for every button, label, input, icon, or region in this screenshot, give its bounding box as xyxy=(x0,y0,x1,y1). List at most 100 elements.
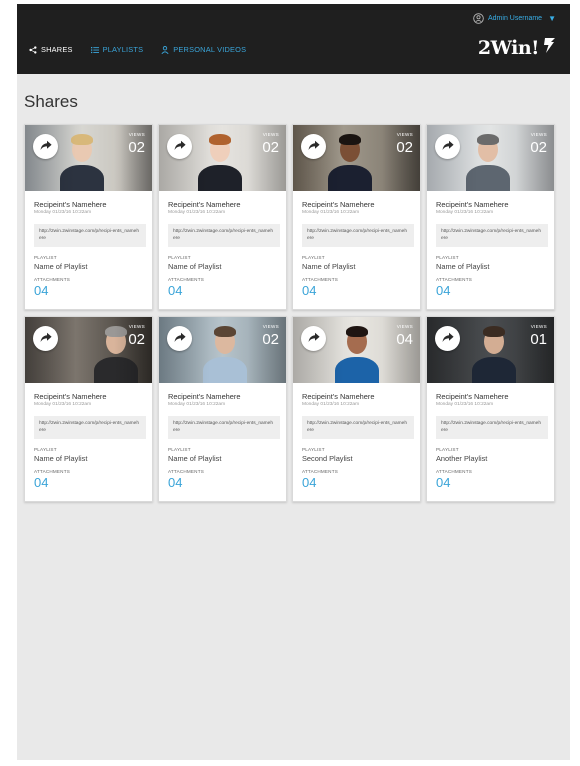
views-label: VIEWS xyxy=(128,324,145,329)
share-arrow-icon xyxy=(442,330,454,348)
playlist-name: Name of Playlist xyxy=(168,262,222,271)
share-card[interactable]: VIEWS 04 Recipeint's Namehere Monday 01/… xyxy=(292,316,421,502)
share-card[interactable]: VIEWS 02 Recipeint's Namehere Monday 01/… xyxy=(24,124,153,310)
card-details: Recipeint's Namehere Monday 01/23/16 10:… xyxy=(302,392,414,490)
share-date: Monday 01/23/16 10:22am xyxy=(436,402,494,407)
user-menu[interactable]: Admin Username ▼ xyxy=(473,11,556,25)
views-label: VIEWS xyxy=(128,132,145,137)
nav-label-personal-videos: PERSONAL VIDEOS xyxy=(173,45,247,54)
share-date: Monday 01/23/16 10:22am xyxy=(34,210,92,215)
share-card[interactable]: VIEWS 01 Recipeint's Namehere Monday 01/… xyxy=(426,316,555,502)
recipient-name: Recipeint's Namehere xyxy=(302,200,375,209)
share-arrow-icon xyxy=(40,330,52,348)
share-arrow-icon xyxy=(174,330,186,348)
user-circle-icon xyxy=(473,12,484,24)
brand-text: 2Win! xyxy=(477,37,540,59)
playlist-name: Name of Playlist xyxy=(168,454,222,463)
share-action-button[interactable] xyxy=(33,326,58,351)
recipient-photo: VIEWS 02 xyxy=(25,317,152,383)
views-label: VIEWS xyxy=(530,324,547,329)
nav-label-shares: SHARES xyxy=(41,45,73,54)
share-date: Monday 01/23/16 10:22am xyxy=(302,210,360,215)
views-count: 01 xyxy=(530,331,547,348)
attachments-count: 04 xyxy=(168,283,183,298)
attachments-count: 04 xyxy=(168,475,183,490)
attachments-count: 04 xyxy=(436,475,451,490)
share-arrow-icon xyxy=(308,330,320,348)
top-bar: Admin Username ▼ SHARES PLAYLISTS PERSON… xyxy=(17,4,570,74)
lightning-bolt-icon xyxy=(542,37,556,59)
views-label: VIEWS xyxy=(530,132,547,137)
nav-item-shares[interactable]: SHARES xyxy=(29,45,73,54)
share-card[interactable]: VIEWS 02 Recipeint's Namehere Monday 01/… xyxy=(426,124,555,310)
views-label: VIEWS xyxy=(262,132,279,137)
recipient-photo: VIEWS 02 xyxy=(159,125,286,191)
share-url[interactable]: http://2win.2winstage.com/p/recipi-ents_… xyxy=(168,416,280,439)
share-url[interactable]: http://2win.2winstage.com/p/recipi-ents_… xyxy=(302,416,414,439)
share-card[interactable]: VIEWS 02 Recipeint's Namehere Monday 01/… xyxy=(158,316,287,502)
views-count: 02 xyxy=(530,139,547,156)
share-action-button[interactable] xyxy=(167,326,192,351)
list-icon xyxy=(90,46,99,54)
recipient-name: Recipeint's Namehere xyxy=(436,200,509,209)
recipient-photo: VIEWS 02 xyxy=(159,317,286,383)
share-icon xyxy=(29,45,37,54)
share-url[interactable]: http://2win.2winstage.com/p/recipi-ents_… xyxy=(436,224,548,247)
nav-label-playlists: PLAYLISTS xyxy=(102,45,144,54)
playlist-label: PLAYLIST xyxy=(168,447,191,452)
page-title: Shares xyxy=(24,92,78,111)
share-url[interactable]: http://2win.2winstage.com/p/recipi-ents_… xyxy=(34,224,146,247)
attachments-label: ATTACHMENTS xyxy=(436,469,472,474)
card-details: Recipeint's Namehere Monday 01/23/16 10:… xyxy=(436,200,548,298)
share-url[interactable]: http://2win.2winstage.com/p/recipi-ents_… xyxy=(168,224,280,247)
share-url[interactable]: http://2win.2winstage.com/p/recipi-ents_… xyxy=(34,416,146,439)
attachments-count: 04 xyxy=(436,283,451,298)
share-url[interactable]: http://2win.2winstage.com/p/recipi-ents_… xyxy=(436,416,548,439)
views-count: 02 xyxy=(128,331,145,348)
person-icon xyxy=(161,45,169,54)
share-action-button[interactable] xyxy=(301,134,326,159)
share-date: Monday 01/23/16 10:22am xyxy=(34,402,92,407)
recipient-photo: VIEWS 04 xyxy=(293,317,420,383)
playlist-label: PLAYLIST xyxy=(436,255,459,260)
attachments-count: 04 xyxy=(302,283,317,298)
share-arrow-icon xyxy=(40,138,52,156)
playlist-label: PLAYLIST xyxy=(168,255,191,260)
attachments-label: ATTACHMENTS xyxy=(34,469,70,474)
share-action-button[interactable] xyxy=(435,134,460,159)
attachments-count: 04 xyxy=(302,475,317,490)
share-date: Monday 01/23/16 10:22am xyxy=(168,402,226,407)
share-card[interactable]: VIEWS 02 Recipeint's Namehere Monday 01/… xyxy=(158,124,287,310)
attachments-label: ATTACHMENTS xyxy=(302,277,338,282)
nav-item-playlists[interactable]: PLAYLISTS xyxy=(90,45,144,54)
recipient-name: Recipeint's Namehere xyxy=(168,392,241,401)
playlist-label: PLAYLIST xyxy=(436,447,459,452)
attachments-label: ATTACHMENTS xyxy=(34,277,70,282)
nav-item-personal-videos[interactable]: PERSONAL VIDEOS xyxy=(161,45,246,54)
share-url[interactable]: http://2win.2winstage.com/p/recipi-ents_… xyxy=(302,224,414,247)
share-action-button[interactable] xyxy=(33,134,58,159)
share-action-button[interactable] xyxy=(167,134,192,159)
views-count: 02 xyxy=(396,139,413,156)
user-name: Admin Username xyxy=(488,14,543,22)
attachments-count: 04 xyxy=(34,283,49,298)
card-details: Recipeint's Namehere Monday 01/23/16 10:… xyxy=(302,200,414,298)
views-label: VIEWS xyxy=(396,324,413,329)
views-label: VIEWS xyxy=(262,324,279,329)
chevron-down-icon[interactable]: ▼ xyxy=(548,14,556,23)
recipient-name: Recipeint's Namehere xyxy=(302,392,375,401)
views-count: 04 xyxy=(396,331,413,348)
playlist-name: Another Playlist xyxy=(436,454,488,463)
playlist-label: PLAYLIST xyxy=(302,255,325,260)
playlist-label: PLAYLIST xyxy=(302,447,325,452)
attachments-label: ATTACHMENTS xyxy=(302,469,338,474)
share-action-button[interactable] xyxy=(435,326,460,351)
playlist-label: PLAYLIST xyxy=(34,255,57,260)
views-count: 02 xyxy=(128,139,145,156)
share-card[interactable]: VIEWS 02 Recipeint's Namehere Monday 01/… xyxy=(292,124,421,310)
share-card[interactable]: VIEWS 02 Recipeint's Namehere Monday 01/… xyxy=(24,316,153,502)
brand-logo[interactable]: 2Win! xyxy=(478,37,556,59)
share-action-button[interactable] xyxy=(301,326,326,351)
recipient-photo: VIEWS 01 xyxy=(427,317,554,383)
share-date: Monday 01/23/16 10:22am xyxy=(436,210,494,215)
